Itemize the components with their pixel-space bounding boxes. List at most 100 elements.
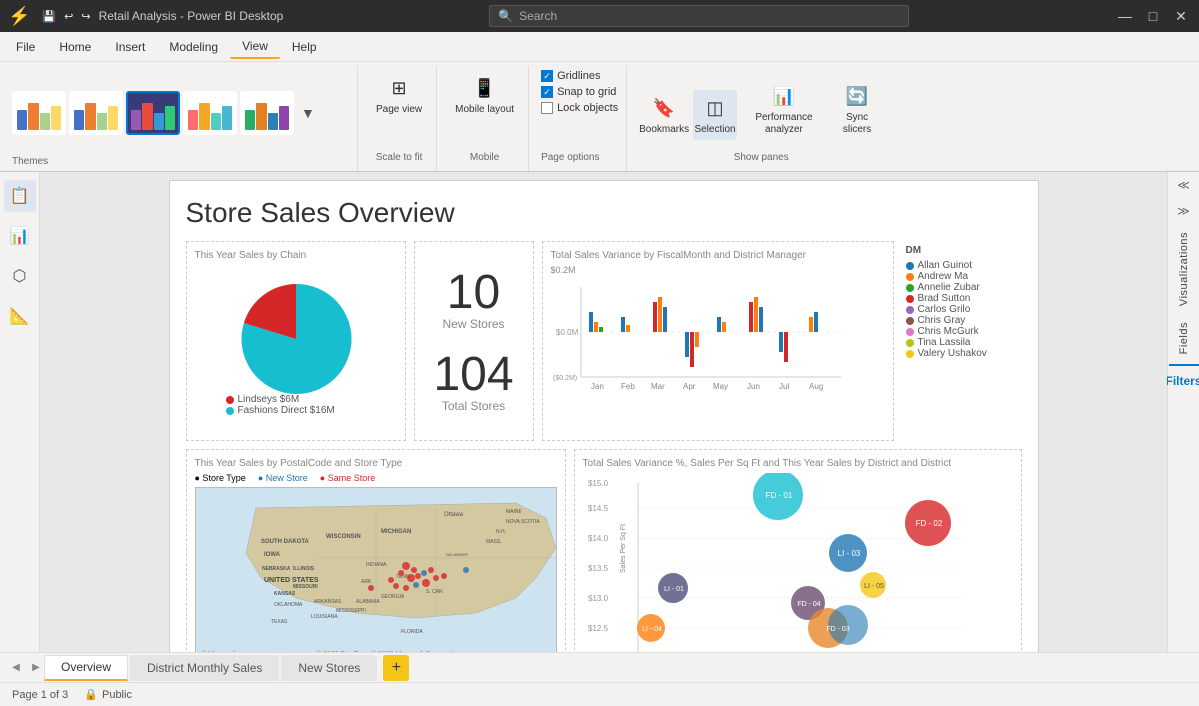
bar-aug-1 <box>809 317 813 332</box>
close-button[interactable]: ✕ <box>1171 6 1191 26</box>
lock-objects-checkbox[interactable]: Lock objects <box>541 102 618 114</box>
quick-access-redo-icon[interactable]: ↪ <box>81 10 90 23</box>
svg-text:Mar: Mar <box>651 382 665 391</box>
right-panel-chevron-right[interactable]: ≫ <box>1173 198 1194 224</box>
menu-home[interactable]: Home <box>47 36 103 58</box>
search-placeholder: Search <box>519 9 557 23</box>
svg-text:MAINE: MAINE <box>506 509 523 515</box>
legend-dot <box>906 262 914 270</box>
legend-item: Annelie Zubar <box>906 282 1018 293</box>
pie-legend-dot-fashions <box>226 407 234 415</box>
bar-may-2 <box>722 322 726 332</box>
page-nav: ◀ ▶ <box>8 660 44 676</box>
legend-item: Andrew Ma <box>906 271 1018 282</box>
svg-text:FLORIDA: FLORIDA <box>401 629 423 635</box>
bubble-chart-title: Total Sales Variance %, Sales Per Sq Ft … <box>583 458 1013 469</box>
gridlines-checkbox-box[interactable]: ✓ <box>541 70 553 82</box>
tab-prev-button[interactable]: ◀ <box>8 660 24 676</box>
sidebar-data-icon[interactable]: 📊 <box>4 220 36 252</box>
menu-modeling[interactable]: Modeling <box>157 36 230 58</box>
performance-analyzer-button[interactable]: 📊 Performance analyzer <box>741 78 827 140</box>
snap-to-grid-checkbox[interactable]: ✓ Snap to grid <box>541 86 616 98</box>
right-panel-chevron-left[interactable]: ≪ <box>1173 172 1194 198</box>
total-stores-number: 104 <box>433 351 513 399</box>
mobile-group-label: Mobile <box>470 152 499 167</box>
svg-text:Jun: Jun <box>747 382 760 391</box>
svg-text:Ottawa: Ottawa <box>444 512 464 518</box>
svg-text:MISSISSIPPI: MISSISSIPPI <box>336 608 366 614</box>
tab-add-button[interactable]: + <box>383 655 409 681</box>
mobile-layout-button[interactable]: 📱 Mobile layout <box>449 70 520 120</box>
sync-slicers-button[interactable]: 🔄 Sync slicers <box>831 78 883 140</box>
legend-items: Allan GuinotAndrew MaAnnelie ZubarBrad S… <box>906 260 1018 359</box>
menu-file[interactable]: File <box>4 36 47 58</box>
svg-text:MISSOURI: MISSOURI <box>293 584 318 590</box>
selection-button[interactable]: ◫ Selection <box>693 90 737 140</box>
svg-text:Feb: Feb <box>621 382 635 391</box>
svg-text:NOVA SCOTIA: NOVA SCOTIA <box>506 519 540 525</box>
theme-tile-1[interactable] <box>12 91 66 135</box>
svg-text:Jul: Jul <box>779 382 789 391</box>
svg-text:MASS.: MASS. <box>486 539 502 545</box>
search-bar[interactable]: 🔍 Search <box>489 5 909 27</box>
legend-item: Valery Ushakov <box>906 348 1018 359</box>
svg-text:($0.2M): ($0.2M) <box>553 375 577 382</box>
pie-chart-svg <box>226 274 366 394</box>
quick-access-save-icon[interactable]: 💾 <box>42 10 56 23</box>
tab-new-stores[interactable]: New Stores <box>281 655 377 681</box>
window-controls: — □ ✕ <box>1115 6 1191 26</box>
menu-insert[interactable]: Insert <box>103 36 157 58</box>
legend-dot <box>906 350 914 358</box>
bookmarks-button[interactable]: 🔖 Bookmarks <box>639 90 689 140</box>
themes-more-button[interactable]: ▼ <box>297 101 319 125</box>
performance-analyzer-icon: 📊 <box>770 82 798 110</box>
svg-text:$13.0: $13.0 <box>588 594 609 603</box>
svg-text:$12.5: $12.5 <box>588 624 609 633</box>
menu-help[interactable]: Help <box>280 36 329 58</box>
bar-chart-panel: Total Sales Variance by FiscalMonth and … <box>542 241 894 441</box>
filters-panel-toggle[interactable]: Filters <box>1162 368 1199 394</box>
svg-text:SOUTH DAKOTA: SOUTH DAKOTA <box>261 539 310 545</box>
gridlines-checkbox[interactable]: ✓ Gridlines <box>541 70 600 82</box>
bubble-chart-svg: $12.0 $12.5 $13.0 $13.5 $14.0 $14.5 $15.… <box>583 473 1013 652</box>
stats-panel: 10 New Stores 104 Total Stores <box>414 241 534 441</box>
fields-panel-tab[interactable]: Fields <box>1176 314 1192 362</box>
theme-tile-2[interactable] <box>69 91 123 135</box>
legend-dot <box>906 328 914 336</box>
tab-overview[interactable]: Overview <box>44 655 128 681</box>
sidebar-model-icon[interactable]: ⬡ <box>4 260 36 292</box>
visualizations-panel-tab[interactable]: Visualizations <box>1176 224 1192 314</box>
svg-text:FD - 03: FD - 03 <box>826 626 849 633</box>
report-canvas: Store Sales Overview This Year Sales by … <box>169 180 1039 652</box>
bar-jan-1 <box>589 312 593 332</box>
sidebar-dax-icon[interactable]: 📐 <box>4 300 36 332</box>
minimize-button[interactable]: — <box>1115 6 1135 26</box>
pie-legend-fashions: Fashions Direct $16M <box>226 405 366 416</box>
menu-view[interactable]: View <box>230 35 280 59</box>
svg-text:KANSAS: KANSAS <box>274 591 296 597</box>
report-title: Store Sales Overview <box>186 197 1022 229</box>
sidebar-report-icon[interactable]: 📋 <box>4 180 36 212</box>
quick-access-undo-icon[interactable]: ↩ <box>64 10 73 23</box>
svg-text:WISCONSIN: WISCONSIN <box>326 534 361 540</box>
legend-dot <box>906 339 914 347</box>
theme-tile-4[interactable] <box>183 91 237 135</box>
theme-tile-3[interactable] <box>126 91 180 135</box>
window-title: Retail Analysis - Power BI Desktop <box>99 9 284 23</box>
svg-text:$15.0: $15.0 <box>588 479 609 488</box>
svg-text:LI - 04: LI - 04 <box>642 626 662 633</box>
map-container: SOUTH DAKOTA WISCONSIN MICHIGAN IOWA NEB… <box>195 487 557 652</box>
bubble-fd03-overlap[interactable] <box>828 605 868 645</box>
legend-dot <box>906 306 914 314</box>
restore-button[interactable]: □ <box>1143 6 1163 26</box>
lock-objects-checkbox-box[interactable] <box>541 102 553 114</box>
theme-tile-5[interactable] <box>240 91 294 135</box>
tab-district-monthly[interactable]: District Monthly Sales <box>130 655 279 681</box>
bar-apr-2 <box>690 332 694 367</box>
page-view-button[interactable]: ⊞ Page view <box>370 70 428 120</box>
tab-next-button[interactable]: ▶ <box>28 660 44 676</box>
snap-to-grid-checkbox-box[interactable]: ✓ <box>541 86 553 98</box>
bar-feb-1 <box>621 317 625 332</box>
legend-dm-label: DM <box>906 245 1018 256</box>
menu-bar: File Home Insert Modeling View Help <box>0 32 1199 62</box>
